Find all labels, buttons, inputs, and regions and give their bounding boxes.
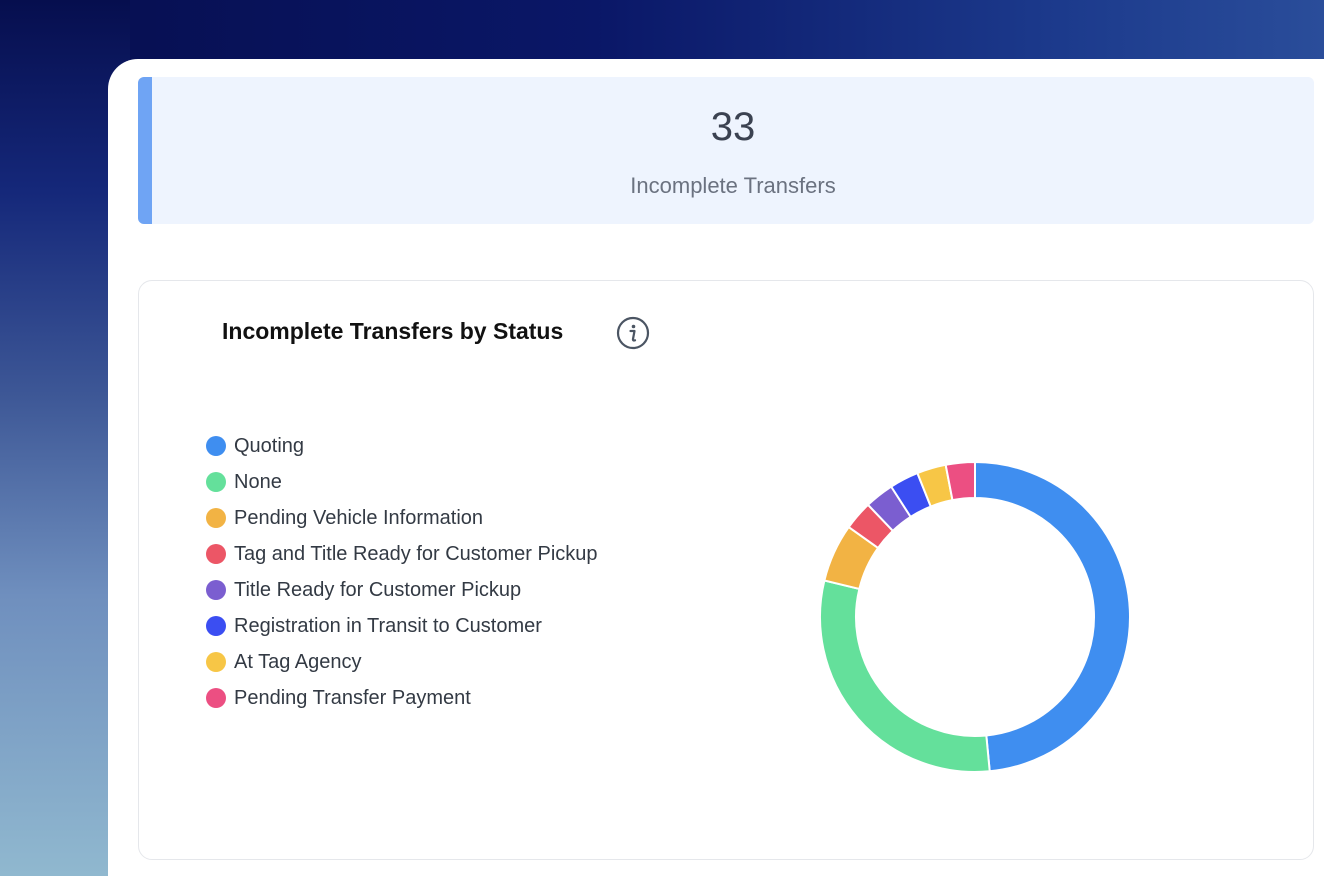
legend-item[interactable]: Quoting <box>206 428 598 464</box>
legend-item[interactable]: Title Ready for Customer Pickup <box>206 572 598 608</box>
legend-label: Tag and Title Ready for Customer Pickup <box>234 543 598 565</box>
legend-label: Quoting <box>234 435 305 457</box>
legend-item[interactable]: Registration in Transit to Customer <box>206 608 598 644</box>
legend-label: At Tag Agency <box>234 651 362 673</box>
legend-color-swatch <box>206 436 226 456</box>
chart-title: Incomplete Transfers by Status <box>222 318 564 344</box>
kpi-label: Incomplete Transfers <box>630 173 836 198</box>
legend-label: Title Ready for Customer Pickup <box>234 579 522 601</box>
legend-color-swatch <box>206 688 226 708</box>
legend-color-swatch <box>206 472 226 492</box>
legend-item[interactable]: None <box>206 464 598 500</box>
legend-color-swatch <box>206 652 226 672</box>
legend-color-swatch <box>206 508 226 528</box>
legend-color-swatch <box>206 580 226 600</box>
legend-color-swatch <box>206 544 226 564</box>
info-icon[interactable] <box>616 316 650 350</box>
legend-item[interactable]: Pending Vehicle Information <box>206 500 598 536</box>
kpi-value: 33 <box>710 105 756 149</box>
chart-legend: Quoting None Pending Vehicle Information Ta… <box>206 428 598 716</box>
legend-item[interactable]: Tag and Title Ready for Customer Pickup <box>206 536 598 572</box>
legend-item[interactable]: At Tag Agency <box>206 644 598 680</box>
legend-item[interactable]: Pending Transfer Payment <box>206 680 598 716</box>
donut-slice-none[interactable] <box>819 579 991 773</box>
legend-label: None <box>234 471 282 493</box>
legend-label: Pending Vehicle Information <box>234 507 484 529</box>
legend-color-swatch <box>206 616 226 636</box>
legend-label: Pending Transfer Payment <box>234 687 471 709</box>
donut-slice-quoting[interactable] <box>974 460 1131 773</box>
donut-chart <box>819 460 1131 773</box>
legend-label: Registration in Transit to Customer <box>234 615 542 637</box>
